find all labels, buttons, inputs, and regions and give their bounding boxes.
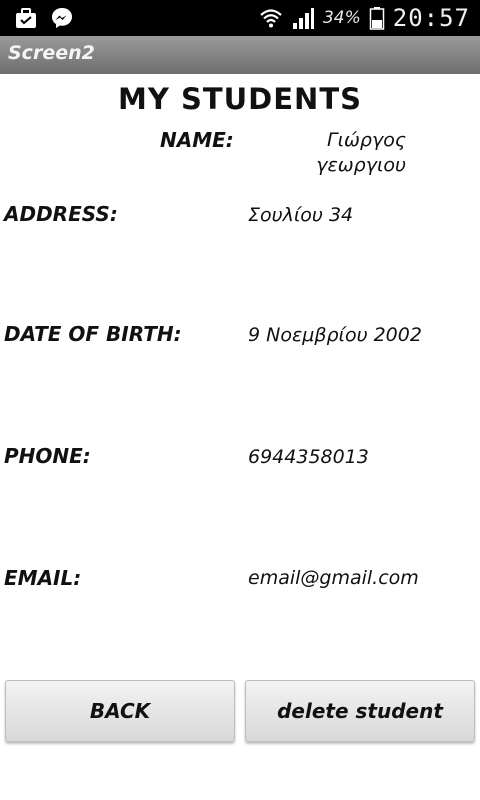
date-of-birth-label: DATE OF BIRTH: xyxy=(4,322,182,346)
wifi-icon xyxy=(260,9,282,28)
messenger-icon xyxy=(52,8,72,28)
clock: 20:57 xyxy=(392,4,470,32)
name-value: Γιώργος γεωργιου xyxy=(316,129,406,176)
delete-student-button-label: delete student xyxy=(277,699,443,723)
briefcase-icon xyxy=(16,8,36,28)
app-title-bar: Screen2 xyxy=(0,36,480,74)
phone-label: PHONE: xyxy=(4,444,91,468)
address-label: ADDRESS: xyxy=(4,202,118,226)
back-button-label: BACK xyxy=(89,699,151,723)
status-bar-system: 34% 20:57 xyxy=(259,4,470,32)
name-label: NAME: xyxy=(160,128,234,152)
battery-percent: 34% xyxy=(322,8,361,28)
back-button[interactable]: BACK xyxy=(5,680,235,742)
status-bar-notifications xyxy=(14,6,74,30)
signal-icon xyxy=(292,8,314,29)
phone-value: 6944358013 xyxy=(248,446,369,468)
delete-student-button[interactable]: delete student xyxy=(245,680,475,742)
address-value: Σουλίου 34 xyxy=(248,204,354,226)
date-of-birth-value: 9 Νοεμβρίου 2002 xyxy=(248,324,422,346)
email-label: EMAIL: xyxy=(4,566,82,590)
status-bar: 34% 20:57 xyxy=(0,0,480,36)
app-title: Screen2 xyxy=(8,42,95,64)
battery-icon xyxy=(369,7,384,30)
page-title: MY STUDENTS xyxy=(118,82,362,116)
email-value: email@gmail.com xyxy=(248,567,419,589)
student-detail-screen: MY STUDENTS NAME: Γιώργος γεωργιου ADDRE… xyxy=(0,74,480,800)
